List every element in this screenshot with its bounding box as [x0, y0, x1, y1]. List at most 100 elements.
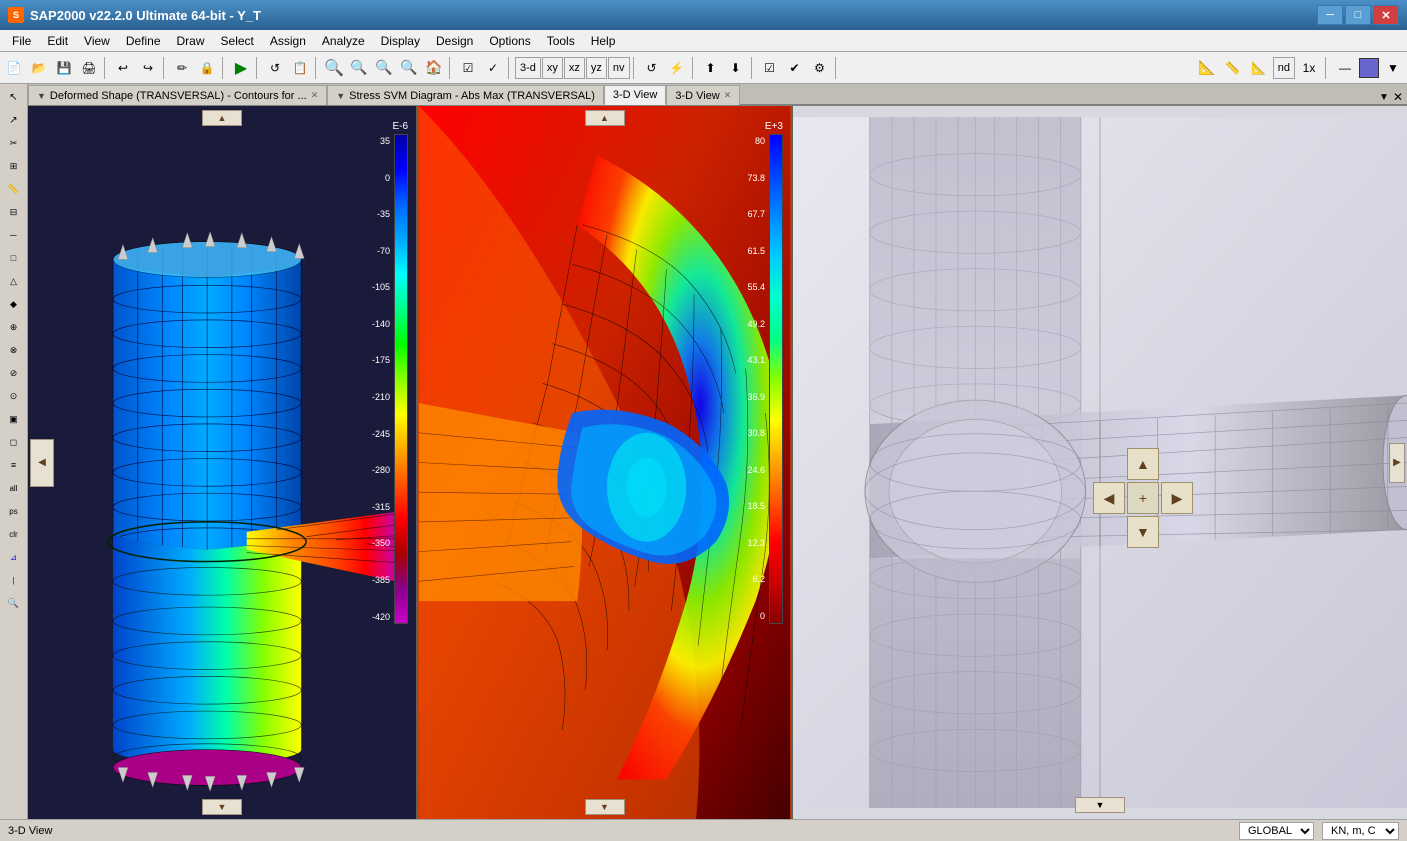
undo2-button[interactable]: ↺ — [640, 56, 664, 80]
lock-button[interactable]: 🔒 — [195, 56, 219, 80]
up-button[interactable]: ⬆ — [699, 56, 723, 80]
zoom-tool[interactable]: 🔍 — [3, 592, 25, 614]
navigation-control[interactable]: ▲ ◀ + ▶ ▼ — [1093, 448, 1193, 548]
menu-draw[interactable]: Draw — [169, 32, 213, 50]
slab-tool[interactable]: ◻ — [3, 431, 25, 453]
zoom-out-button[interactable]: 🔍 — [347, 56, 371, 80]
beam-tool[interactable]: ⊗ — [3, 339, 25, 361]
nav-left-button[interactable]: ◀ — [1093, 482, 1125, 514]
pen-button[interactable]: — — [1333, 56, 1357, 80]
close-button[interactable]: ✕ — [1373, 5, 1399, 25]
menu-file[interactable]: File — [4, 32, 39, 50]
tab-3d-view-1[interactable]: 3-D View — [604, 85, 666, 105]
line-tool[interactable]: ─ — [3, 224, 25, 246]
new-button[interactable]: 📄 — [2, 56, 26, 80]
scroll-up-v1[interactable]: ▲ — [202, 110, 242, 126]
view-3d-button[interactable]: 3-d — [515, 57, 541, 79]
menu-options[interactable]: Options — [481, 32, 538, 50]
tab-stress-diagram[interactable]: ▼ Stress SVM Diagram - Abs Max (TRANSVER… — [327, 85, 604, 105]
dimension-button[interactable]: 📏 — [1221, 56, 1245, 80]
run-button[interactable]: ▶ — [229, 56, 253, 80]
menu-assign[interactable]: Assign — [262, 32, 314, 50]
viewport-stress-diagram[interactable]: E+3 80 73.8 67.7 61.5 55.4 49.2 43.1 36.… — [418, 106, 793, 819]
tab-deformed-shape[interactable]: ▼ Deformed Shape (TRANSVERSAL) - Contour… — [28, 85, 327, 105]
redo-button[interactable]: ↪ — [136, 56, 160, 80]
scroll-right-v3[interactable]: ▶ — [1389, 443, 1405, 483]
collapse-button-v1[interactable]: ◀ — [30, 439, 54, 487]
menu-display[interactable]: Display — [373, 32, 428, 50]
cut-tool[interactable]: ✂ — [3, 132, 25, 154]
viewport-deformed-shape[interactable]: E-6 35 0 -35 -70 -105 -140 -175 -210 -24… — [28, 106, 418, 819]
menu-tools[interactable]: Tools — [539, 32, 583, 50]
scroll-down-v1[interactable]: ▼ — [202, 799, 242, 815]
menu-view[interactable]: View — [76, 32, 118, 50]
nav-up-button[interactable]: ▲ — [1127, 448, 1159, 480]
grid-tool[interactable]: ⊟ — [3, 201, 25, 223]
menu-analyze[interactable]: Analyze — [314, 32, 373, 50]
scale-button[interactable]: 1x — [1297, 56, 1321, 80]
ruler-button[interactable]: 📐 — [1195, 56, 1219, 80]
down-button[interactable]: ⬇ — [724, 56, 748, 80]
polygon-tool[interactable]: △ — [3, 270, 25, 292]
wall-tool[interactable]: ▣ — [3, 408, 25, 430]
coordinate-system-dropdown[interactable]: GLOBAL LOCAL — [1239, 822, 1314, 840]
spring-tool[interactable]: ⊕ — [3, 316, 25, 338]
menu-select[interactable]: Select — [213, 32, 262, 50]
scroll-down-v3[interactable]: ▼ — [1075, 797, 1125, 813]
assign-frame-tool[interactable]: | — [3, 569, 25, 591]
pointer-tool[interactable]: ↗ — [3, 109, 25, 131]
view-yz-button[interactable]: yz — [586, 57, 607, 79]
menu-design[interactable]: Design — [428, 32, 481, 50]
select-tool[interactable]: ↖ — [3, 86, 25, 108]
tab-close-deformed[interactable]: ✕ — [311, 90, 319, 101]
view-nv-button[interactable]: nv — [608, 57, 630, 79]
viewport-3d[interactable]: ▲ ◀ + ▶ ▼ ▶ ▼ — [793, 106, 1407, 819]
box-tool[interactable]: □ — [3, 247, 25, 269]
measure-tool[interactable]: 📏 — [3, 178, 25, 200]
column-tool[interactable]: ⊘ — [3, 362, 25, 384]
rotate-button[interactable]: ↺ — [263, 56, 287, 80]
scroll-down-v2[interactable]: ▼ — [585, 799, 625, 815]
nav-down-button[interactable]: ▼ — [1127, 516, 1159, 548]
title-buttons[interactable]: ─ □ ✕ — [1317, 5, 1399, 25]
zoom-home-button[interactable]: 🏠 — [422, 56, 446, 80]
more-button[interactable]: ▼ — [1381, 56, 1405, 80]
flash-button[interactable]: ⚡ — [665, 56, 689, 80]
refine-tool[interactable]: all — [3, 477, 25, 499]
tab-arrow-deformed[interactable]: ▼ — [37, 91, 46, 101]
check4-button[interactable]: ✔ — [783, 56, 807, 80]
maximize-button[interactable]: □ — [1345, 5, 1371, 25]
menu-help[interactable]: Help — [583, 32, 624, 50]
print-button[interactable]: 🖨 — [77, 56, 101, 80]
node-display-button[interactable]: nd — [1273, 57, 1295, 79]
view-xz-button[interactable]: xz — [564, 57, 585, 79]
tab-close-3d-2[interactable]: ✕ — [724, 90, 732, 101]
check2-button[interactable]: ✓ — [481, 56, 505, 80]
copy-button[interactable]: 📋 — [288, 56, 312, 80]
node-tool[interactable]: ◆ — [3, 293, 25, 315]
zoom-extent-button[interactable]: 🔍 — [397, 56, 421, 80]
undo-button[interactable]: ↩ — [111, 56, 135, 80]
units-dropdown[interactable]: KN, m, C kip, ft, F N, mm, C — [1322, 822, 1399, 840]
zoom-in-button[interactable]: 🔍 — [322, 56, 346, 80]
check1-button[interactable]: ☑ — [456, 56, 480, 80]
edit-button[interactable]: ✏ — [170, 56, 194, 80]
open-button[interactable]: 📂 — [27, 56, 51, 80]
gear-button[interactable]: ⚙ — [808, 56, 832, 80]
tab-expand-button[interactable]: ▼ — [1379, 92, 1389, 103]
tab-3d-view-2[interactable]: 3-D View ✕ — [666, 85, 740, 105]
assign-joint-tool[interactable]: ⊿ — [3, 546, 25, 568]
zoom-box-button[interactable]: 🔍 — [372, 56, 396, 80]
snap-tool[interactable]: ⊞ — [3, 155, 25, 177]
color-button[interactable] — [1359, 58, 1379, 78]
tab-arrow-stress[interactable]: ▼ — [336, 91, 345, 101]
nav-right-button[interactable]: ▶ — [1161, 482, 1193, 514]
menu-define[interactable]: Define — [118, 32, 169, 50]
menu-edit[interactable]: Edit — [39, 32, 76, 50]
check3-button[interactable]: ☑ — [758, 56, 782, 80]
measure-button[interactable]: 📐 — [1247, 56, 1271, 80]
scroll-up-v2[interactable]: ▲ — [585, 110, 625, 126]
region-tool[interactable]: ≡ — [3, 454, 25, 476]
nav-center-button[interactable]: + — [1127, 482, 1159, 514]
view-xy-button[interactable]: xy — [542, 57, 563, 79]
